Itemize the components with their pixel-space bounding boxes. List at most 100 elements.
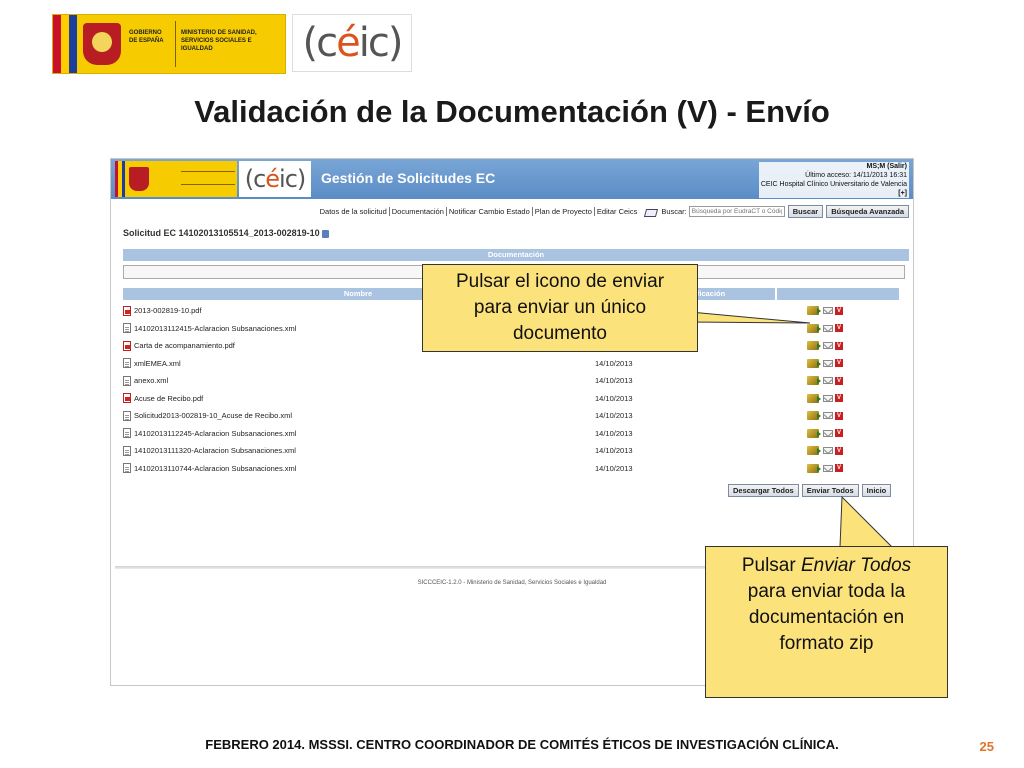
document-name[interactable]: 14102013111320-Aclaracion Subsanaciones.…	[134, 442, 296, 460]
xml-file-icon	[123, 445, 131, 456]
envelope-icon[interactable]	[823, 324, 833, 332]
document-actions: V	[807, 323, 843, 333]
envelope-icon[interactable]	[823, 377, 833, 384]
table-row: anexo.xml 14/10/2013 V	[123, 372, 899, 390]
document-actions: V	[807, 376, 843, 385]
document-name[interactable]: anexo.xml	[134, 372, 168, 390]
nav-editar-ceics[interactable]: Editar Ceics	[593, 206, 639, 216]
validate-icon[interactable]: V	[835, 359, 843, 367]
document-name-cell[interactable]: 2013-002819-10.pdf	[123, 302, 202, 320]
validate-icon[interactable]: V	[835, 464, 843, 472]
search-input[interactable]	[688, 205, 785, 217]
last-access: Último acceso: 14/11/2013 16:31	[805, 172, 907, 179]
document-actions: V	[807, 358, 843, 368]
logo-divider	[175, 21, 176, 67]
document-name[interactable]: Carta de acompanamiento.pdf	[134, 337, 235, 355]
send-document-icon[interactable]	[807, 323, 821, 333]
document-name-cell[interactable]: 14102013111320-Aclaracion Subsanaciones.…	[123, 442, 296, 460]
document-name-cell[interactable]: 14102013112245-Aclaracion Subsanaciones.…	[123, 425, 296, 443]
envelope-icon[interactable]	[823, 342, 833, 349]
document-name[interactable]: xmlEMEA.xml	[134, 355, 181, 373]
document-name-cell[interactable]: Solicitud2013-002819-10_Acuse de Recibo.…	[123, 407, 292, 425]
gov-logo-text: GOBIERNO DE ESPAÑA	[129, 30, 164, 44]
validate-icon[interactable]: V	[835, 411, 843, 420]
envelope-icon[interactable]	[823, 359, 833, 367]
document-actions: V	[807, 393, 843, 403]
solicitud-title: Solicitud EC 14102013105514_2013-002819-…	[123, 228, 329, 238]
mail-icon[interactable]	[645, 207, 657, 216]
document-name-cell[interactable]: Acuse de Recibo.pdf	[123, 390, 203, 408]
document-date: 14/10/2013	[595, 428, 633, 438]
validate-icon[interactable]: V	[835, 394, 843, 402]
xml-file-icon	[123, 375, 131, 386]
table-row: Solicitud2013-002819-10_Acuse de Recibo.…	[123, 407, 899, 425]
user-logout-link[interactable]: MS;M (Salir)	[761, 162, 907, 171]
validate-icon[interactable]: V	[835, 446, 843, 455]
document-name[interactable]: 14102013112415-Aclaracion Subsanaciones.…	[134, 320, 296, 338]
document-actions: V	[807, 306, 843, 315]
validate-icon[interactable]: V	[835, 429, 843, 437]
send-document-icon[interactable]	[807, 428, 821, 438]
solicitud-title-text: Solicitud EC 14102013105514_2013-002819-…	[123, 228, 320, 238]
search-label: Buscar:	[661, 206, 687, 216]
callout-send-all-line: para enviar toda la	[747, 581, 906, 602]
envelope-icon[interactable]	[823, 307, 833, 314]
download-all-button[interactable]: Descargar Todos	[728, 484, 799, 497]
home-button[interactable]: Inicio	[861, 484, 892, 497]
validate-icon[interactable]: V	[835, 341, 843, 350]
document-name[interactable]: Acuse de Recibo.pdf	[134, 390, 203, 408]
document-name-cell[interactable]: Carta de acompanamiento.pdf	[123, 337, 235, 355]
send-document-icon[interactable]	[807, 411, 821, 420]
send-document-icon[interactable]	[807, 446, 821, 455]
send-document-icon[interactable]	[807, 393, 821, 403]
document-name-cell[interactable]: xmlEMEA.xml	[123, 355, 181, 373]
send-document-icon[interactable]	[807, 463, 821, 473]
envelope-icon[interactable]	[823, 447, 833, 454]
document-name[interactable]: 14102013112245-Aclaracion Subsanaciones.…	[134, 425, 296, 443]
document-name[interactable]: Solicitud2013-002819-10_Acuse de Recibo.…	[134, 407, 292, 425]
ceic-logo-text: (céic)	[302, 20, 404, 66]
callout-send-one-line: Pulsar el icono de enviar	[455, 271, 665, 292]
validate-icon[interactable]: V	[835, 376, 843, 385]
send-document-icon[interactable]	[807, 358, 821, 368]
spain-flag-icon	[53, 15, 77, 73]
envelope-icon[interactable]	[823, 412, 833, 419]
edit-icon[interactable]	[321, 229, 329, 238]
callout-send-all-line: Pulsar Enviar Todos	[706, 553, 947, 579]
advanced-search-button[interactable]: Búsqueda Avanzada	[826, 204, 909, 218]
xml-file-icon	[123, 428, 131, 439]
search-button[interactable]: Buscar	[787, 204, 824, 218]
document-name-cell[interactable]: anexo.xml	[123, 372, 168, 390]
validate-icon[interactable]: V	[835, 306, 843, 315]
document-name[interactable]: 2013-002819-10.pdf	[134, 302, 202, 320]
nav-plan-proyecto[interactable]: Plan de Proyecto	[531, 206, 594, 216]
nav-datos-solicitud[interactable]: Datos de la solicitud	[318, 207, 389, 216]
send-document-icon[interactable]	[807, 306, 821, 315]
document-name[interactable]: 14102013110744-Aclaracion Subsanaciones.…	[134, 460, 296, 478]
callout-send-one: Pulsar el icono de enviar para enviar un…	[422, 264, 698, 352]
page-number: 25	[979, 739, 994, 754]
document-name-cell[interactable]: 14102013110744-Aclaracion Subsanaciones.…	[123, 460, 296, 478]
envelope-icon[interactable]	[823, 464, 833, 472]
nav-documentacion[interactable]: Documentación	[388, 206, 446, 216]
app-ceic-logo: (céic)	[239, 161, 311, 197]
table-row: xmlEMEA.xml 14/10/2013 V	[123, 355, 899, 373]
document-name-cell[interactable]: 14102013112415-Aclaracion Subsanaciones.…	[123, 320, 296, 338]
send-document-icon[interactable]	[807, 341, 821, 350]
document-actions: V	[807, 446, 843, 455]
nav-notificar-cambio[interactable]: Notificar Cambio Estado	[445, 206, 532, 216]
envelope-icon[interactable]	[823, 429, 833, 437]
expand-link[interactable]: [+]	[761, 189, 907, 198]
callout-send-one-line: para enviar un único	[473, 297, 647, 318]
document-actions: V	[807, 341, 843, 350]
validate-icon[interactable]: V	[835, 324, 843, 332]
document-date: 14/10/2013	[595, 463, 633, 473]
document-date: 14/10/2013	[595, 393, 633, 403]
xml-file-icon	[123, 463, 131, 474]
send-all-button[interactable]: Enviar Todos	[801, 484, 859, 497]
envelope-icon[interactable]	[823, 394, 833, 402]
table-row: 14102013111320-Aclaracion Subsanaciones.…	[123, 442, 899, 460]
section-header: Documentación	[123, 249, 909, 261]
send-document-icon[interactable]	[807, 376, 821, 385]
callout-send-all-emphasis: Enviar Todos	[800, 555, 912, 576]
